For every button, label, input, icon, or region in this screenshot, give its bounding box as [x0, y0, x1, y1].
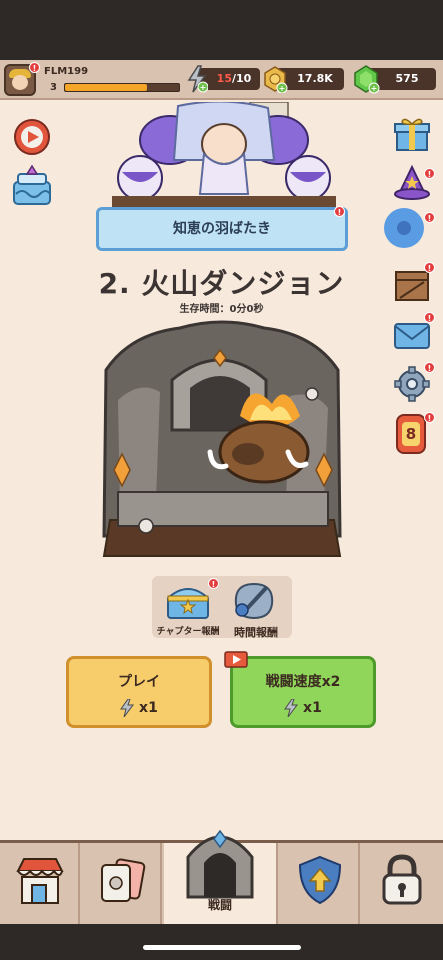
nav-locked[interactable] — [362, 843, 442, 924]
event-banner[interactable]: 知恵の羽ばたき — [96, 207, 348, 251]
event-title: 知恵の羽ばたき — [173, 221, 271, 237]
game-screen: ! FLM199 3 15/10 + 17.8K + 575 + ! ! ! !… — [0, 0, 443, 960]
replay-icon[interactable] — [12, 116, 52, 158]
energy-max: /10 — [231, 72, 252, 85]
nav-shop[interactable] — [0, 843, 80, 924]
gold-coin-icon: + — [264, 66, 288, 93]
nav-upgrade[interactable] — [280, 843, 360, 924]
calendar-icon[interactable]: 8 — [396, 414, 426, 454]
cards-icon — [101, 858, 146, 902]
lock-icon — [382, 854, 422, 905]
fairy-character-art — [112, 102, 336, 210]
video-ad-icon — [224, 651, 248, 668]
shop-box-icon[interactable] — [10, 164, 54, 208]
assistive-touch-button[interactable] — [384, 208, 424, 248]
player-name: FLM199 — [44, 66, 89, 77]
time-reward-label[interactable]: 時間報酬 — [222, 624, 290, 640]
calendar-day: 8 — [402, 422, 420, 446]
avatar-alert-badge: ! — [29, 62, 40, 73]
home-indicator[interactable] — [143, 945, 301, 950]
home-indicator-area — [0, 924, 443, 960]
battle-gate-icon — [186, 829, 254, 899]
gem-icon: + — [354, 65, 380, 94]
status-bar — [0, 0, 443, 60]
event-alert-badge: ! — [334, 206, 345, 217]
calendar-alert-badge: ! — [424, 412, 435, 423]
energy-bolt-icon — [120, 698, 135, 718]
xp-bar-fill — [65, 84, 148, 91]
stage-title: 2. 火山ダンジョン — [98, 267, 345, 300]
battle-speed-label: 戦闘速度x2 — [265, 674, 341, 690]
mission-alert-badge: ! — [424, 212, 435, 223]
gift-icon[interactable] — [392, 114, 432, 154]
energy-bolt-icon — [284, 698, 299, 718]
shield-upgrade-icon — [298, 855, 342, 905]
chapter-reward-alert-badge: ! — [208, 578, 219, 589]
energy-current: 15 — [216, 72, 232, 85]
volcano-dungeon-art[interactable] — [100, 320, 344, 558]
energy-bolt-icon: + — [187, 65, 208, 93]
chapter-reward-label[interactable]: チャプター報酬 — [154, 624, 222, 637]
play-label: プレイ — [118, 674, 160, 690]
chapter-reward-chest-icon[interactable] — [164, 580, 212, 620]
svg-text:+: + — [279, 84, 286, 93]
battle-speed-cost: x1 — [303, 700, 322, 716]
play-cost: x1 — [139, 700, 158, 716]
battle-speed-button[interactable]: 戦闘速度x2 x1 — [230, 656, 376, 728]
svg-text:+: + — [371, 84, 378, 93]
time-reward-icon[interactable] — [230, 580, 278, 620]
xp-bar — [64, 83, 180, 92]
player-level: 3 — [50, 82, 57, 93]
svg-text:+: + — [200, 83, 207, 92]
nav-battle-label: 戦闘 — [207, 898, 232, 912]
survival-time: 生存時間：0分0秒 — [179, 304, 264, 315]
nav-cards[interactable] — [82, 843, 162, 924]
gem-amount: 575 — [395, 72, 419, 85]
settings-alert-badge: ! — [424, 362, 435, 373]
play-button[interactable]: プレイ x1 — [66, 656, 212, 728]
shop-icon — [16, 858, 64, 904]
gold-amount: 17.8K — [297, 72, 333, 85]
wizard-alert-badge: ! — [424, 168, 435, 179]
